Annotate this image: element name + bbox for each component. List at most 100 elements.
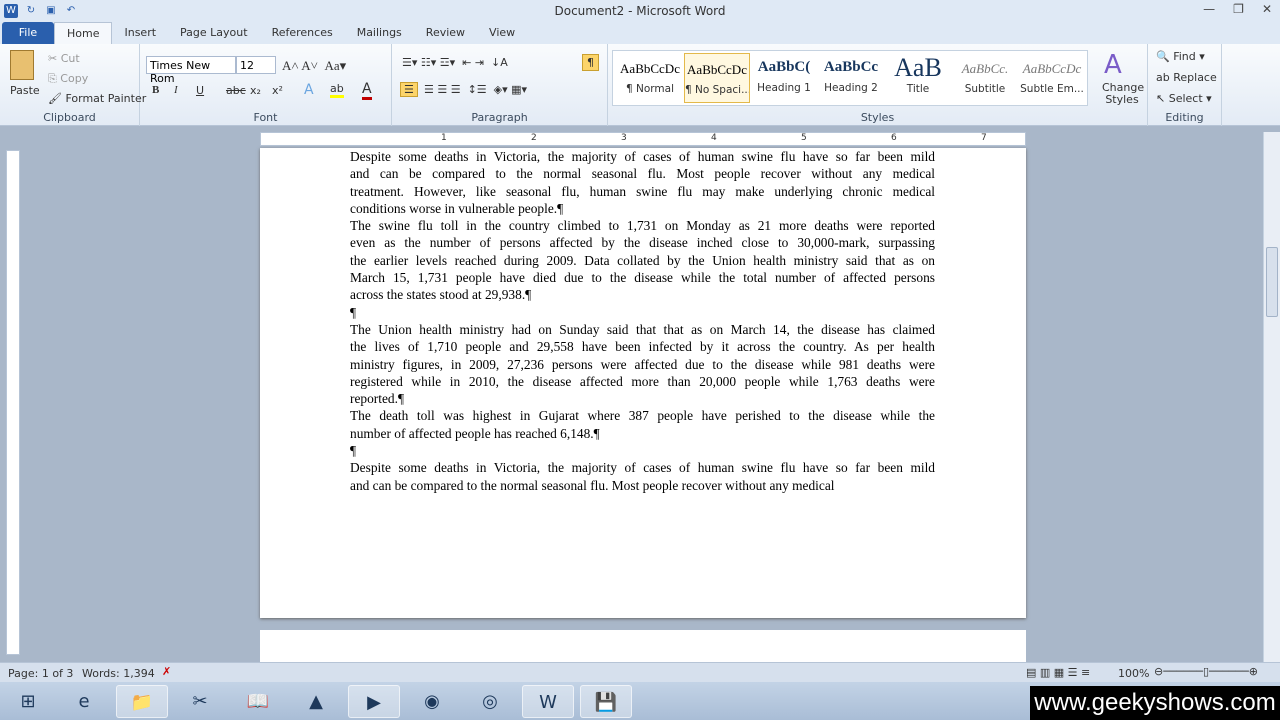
highlight-icon[interactable]: ab [330,82,344,98]
font-color-icon[interactable]: A [362,81,372,100]
taskbar-app-icon[interactable]: e [58,685,110,718]
tab-page-layout[interactable]: Page Layout [168,22,260,44]
vertical-ruler[interactable] [6,150,20,655]
minimize-button[interactable]: — [1203,2,1215,16]
replace-button[interactable]: ab Replace [1156,71,1217,84]
vertical-scrollbar[interactable] [1263,132,1280,662]
document-line[interactable]: even as the number of persons affected b… [350,234,935,251]
start-button[interactable]: ⊞ [2,685,54,718]
tab-view[interactable]: View [477,22,527,44]
document-line[interactable]: number of affected people has reached 6,… [350,425,935,442]
style-no-spaci[interactable]: AaBbCcDc ¶ No Spaci... [684,53,750,103]
paragraph-group: ☰▾ ☷▾ ☲▾ ⇤ ⇥ ↓A ¶ ☰ ☰ ☰ ☰ ↕☰ ◈▾ ▦▾ Parag… [392,44,608,126]
style-subtle-em[interactable]: AaBbCcDc Subtle Em... [1019,53,1085,103]
copy-button[interactable]: ⎘ Copy [48,72,88,86]
tab-insert[interactable]: Insert [112,22,168,44]
change-styles-icon[interactable]: A [1104,50,1122,80]
taskbar-app-icon[interactable]: ◎ [464,685,516,718]
paste-icon[interactable] [10,50,34,80]
document-line[interactable]: and can be compared to the normal season… [350,165,935,182]
select-button[interactable]: ↖ Select ▾ [1156,92,1212,105]
document-line[interactable]: The Union health ministry had on Sunday … [350,321,935,338]
document-line[interactable]: registered while in 2010, the disease af… [350,373,935,390]
tab-references[interactable]: References [260,22,345,44]
paragraph-label: Paragraph [471,111,528,124]
document-line[interactable]: the earlier levels reached during 2009. … [350,252,935,269]
document-line[interactable]: The death toll was highest in Gujarat wh… [350,407,935,424]
tab-file[interactable]: File [2,22,54,44]
document-line[interactable]: ¶ [350,304,935,321]
proofing-icon[interactable]: ✗ [162,665,171,678]
style-normal[interactable]: AaBbCcDc ¶ Normal [617,53,683,103]
cut-button[interactable]: ✂ Cut [48,52,80,65]
document-line[interactable]: Despite some deaths in Victoria, the maj… [350,148,935,165]
document-line[interactable]: ¶ [350,442,935,459]
style-preview: AaBbCc. [961,61,1009,76]
page-count[interactable]: Page: 1 of 3 [8,667,73,680]
document-line[interactable]: The swine flu toll in the country climbe… [350,217,935,234]
document-line[interactable]: Despite some deaths in Victoria, the maj… [350,459,935,476]
style-name: Heading 1 [757,82,811,94]
style-preview: AaBbCc [823,59,879,75]
italic-button[interactable]: I [174,84,178,96]
document-page[interactable]: Despite some deaths in Victoria, the maj… [260,148,1026,618]
find-button[interactable]: 🔍 Find ▾ [1156,50,1205,63]
font-label: Font [253,111,278,124]
style-heading-1[interactable]: AaBbC(Heading 1 [751,53,817,103]
style-title[interactable]: AaB Title [885,53,951,103]
word-count[interactable]: Words: 1,394 [82,667,155,680]
view-buttons[interactable]: ▤ ▥ ▦ ☰ ≡ [1026,666,1090,679]
style-heading-2[interactable]: AaBbCc Heading 2 [818,53,884,103]
title-bar: W ↻ ▣ ↶ Document2 - Microsoft Word — ❐ ✕ [0,0,1280,22]
document-line[interactable]: reported.¶ [350,390,935,407]
document-line[interactable]: and can be compared to the normal season… [350,477,935,494]
font-name-select[interactable]: Times New Rom [146,56,236,85]
change-styles-button[interactable]: Change Styles [1102,82,1144,106]
format-painter-button[interactable]: 🖌 Format Painter [48,92,146,105]
document-line[interactable]: conditions worse in vulnerable people.¶ [350,200,935,217]
bold-button[interactable]: B [152,84,159,96]
taskbar-app-icon[interactable]: 📖 [232,685,284,718]
document-line[interactable]: March 15, 1,731 people have died due to … [350,269,935,286]
document-line[interactable]: ministry figures, in 2009, 27,236 person… [350,356,935,373]
restore-button[interactable]: ❐ [1233,2,1244,16]
document-line[interactable]: treatment. However, like seasonal flu, h… [350,183,935,200]
show-formatting-button[interactable]: ¶ [582,54,599,71]
document-line[interactable]: the lives of 1,710 people and 29,558 hav… [350,338,935,355]
taskbar-app-icon[interactable]: 💾 [580,685,632,718]
style-name: Subtitle [964,83,1006,95]
styles-label: Styles [860,111,895,124]
subscript-button[interactable]: x₂ [250,84,261,97]
horizontal-ruler[interactable]: 1 2 3 4 5 6 7 [260,132,1026,146]
taskbar-app-icon[interactable]: ◉ [406,685,458,718]
clipboard-label: Clipboard [43,111,96,124]
scrollbar-thumb[interactable] [1266,247,1278,317]
document-line[interactable]: across the states stood at 29,938.¶ [350,286,935,303]
paste-button[interactable]: Paste [10,84,40,97]
grow-shrink-font-buttons[interactable]: A˄ A˅ Aa▾ [282,58,346,74]
taskbar-app-icon[interactable]: ▲ [290,685,342,718]
style-preview: AaB [894,53,942,82]
tab-review[interactable]: Review [414,22,477,44]
close-button[interactable]: ✕ [1262,2,1272,16]
underline-button[interactable]: U [196,84,204,97]
align-buttons[interactable]: ☰ ☰ ☰ ↕☰ ◈▾ ▦▾ [424,83,527,96]
list-buttons[interactable]: ☰▾ ☷▾ ☲▾ ⇤ ⇥ ↓A [402,56,508,69]
style-subtitle[interactable]: AaBbCc. Subtitle [952,53,1018,103]
document-text[interactable]: Despite some deaths in Victoria, the maj… [350,148,935,494]
superscript-button[interactable]: x² [272,84,283,97]
taskbar-app-icon[interactable]: ✂ [174,685,226,718]
taskbar-app-icon[interactable]: W [522,685,574,718]
window-title: Document2 - Microsoft Word [554,4,726,18]
text-effects-icon[interactable]: A [304,82,314,98]
zoom-slider[interactable]: ⊖──────▯──────⊕ [1154,665,1258,678]
editing-group: 🔍 Find ▾ ab Replace ↖ Select ▾ Editing [1148,44,1222,126]
tab-mailings[interactable]: Mailings [345,22,414,44]
zoom-level[interactable]: 100% [1118,667,1149,680]
taskbar-app-icon[interactable]: ▶ [348,685,400,718]
align-left-button[interactable]: ☰ [400,82,418,97]
font-size-select[interactable]: 12 [236,56,276,74]
strikethrough-button[interactable]: abc [226,84,246,97]
tab-home[interactable]: Home [54,22,113,44]
taskbar-app-icon[interactable]: 📁 [116,685,168,718]
